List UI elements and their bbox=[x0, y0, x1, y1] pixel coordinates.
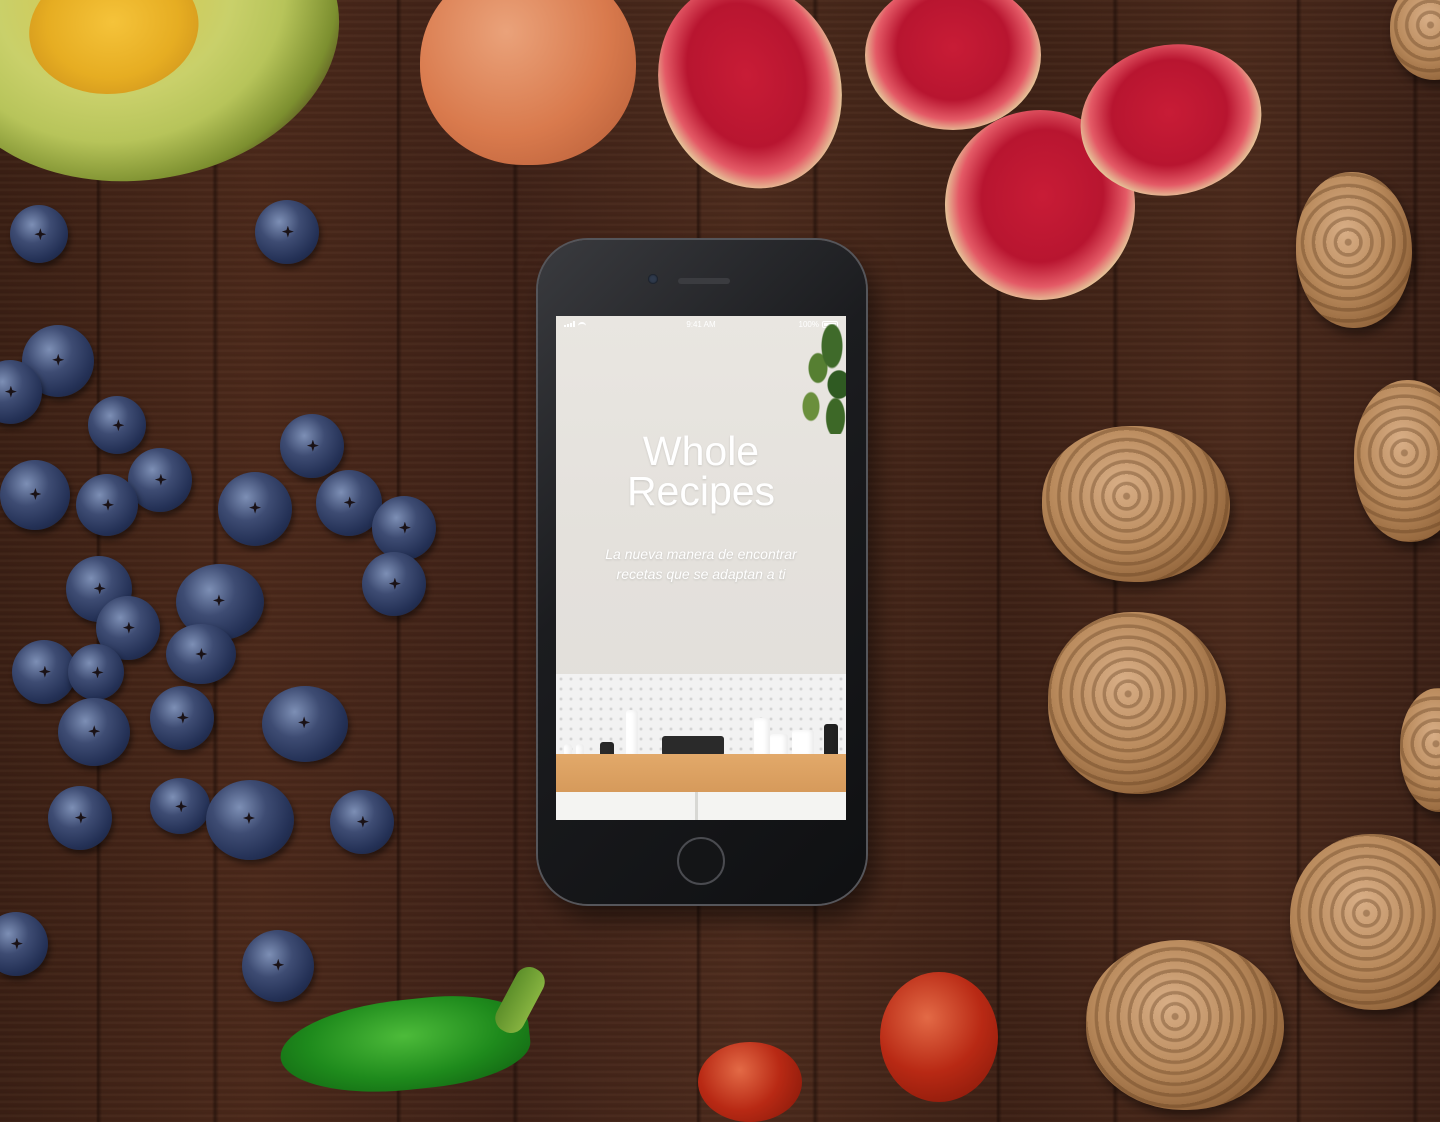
status-time: 9:41 AM bbox=[686, 319, 716, 329]
home-button[interactable] bbox=[677, 837, 725, 885]
kitchen-cabinet bbox=[556, 792, 846, 820]
avocado-pit bbox=[20, 0, 208, 105]
blueberry bbox=[255, 200, 319, 264]
app-splash-screen[interactable]: 9:41 AM 100% Whole Recipes La nueva mane… bbox=[556, 316, 846, 820]
blueberry bbox=[88, 396, 146, 454]
earpiece-speaker bbox=[678, 278, 730, 284]
blueberry bbox=[262, 686, 348, 762]
blueberry bbox=[48, 786, 112, 850]
blueberry bbox=[218, 472, 292, 546]
walnut bbox=[1296, 172, 1412, 328]
cherry-tomato bbox=[698, 1042, 802, 1122]
blueberry bbox=[76, 474, 138, 536]
blueberry bbox=[206, 780, 294, 860]
avocado-half bbox=[0, 0, 359, 207]
paper-towel-roll bbox=[626, 710, 638, 756]
kitchen-items bbox=[556, 696, 846, 756]
pepper-stem bbox=[490, 962, 550, 1038]
blueberry bbox=[330, 790, 394, 854]
tagline-line-2: recetas que se adaptan a ti bbox=[616, 566, 786, 582]
canister bbox=[770, 734, 788, 756]
app-tagline: La nueva manera de encontrar recetas que… bbox=[576, 544, 826, 584]
blueberry bbox=[0, 912, 48, 976]
blueberry bbox=[58, 698, 130, 766]
walnut bbox=[1086, 940, 1284, 1110]
canister bbox=[792, 730, 814, 756]
walnut bbox=[1042, 426, 1230, 582]
blueberry bbox=[166, 624, 236, 684]
status-left bbox=[564, 321, 624, 327]
blueberry bbox=[0, 460, 70, 530]
fig-half bbox=[865, 0, 1041, 130]
walnut bbox=[1048, 612, 1226, 794]
app-title: Whole Recipes bbox=[556, 428, 846, 514]
toaster bbox=[662, 736, 724, 756]
desk-scene: 9:41 AM 100% Whole Recipes La nueva mane… bbox=[0, 0, 1440, 1122]
walnut bbox=[1390, 0, 1440, 80]
walnut bbox=[1400, 688, 1440, 812]
fig-half bbox=[629, 0, 871, 215]
blueberry bbox=[10, 205, 68, 263]
blueberry bbox=[150, 778, 210, 834]
hanging-plant bbox=[790, 324, 846, 434]
jalapeno-pepper bbox=[275, 987, 535, 1103]
blueberry bbox=[280, 414, 344, 478]
walnut bbox=[1354, 380, 1440, 542]
blueberry bbox=[242, 930, 314, 1002]
blueberry bbox=[12, 640, 76, 704]
egg bbox=[420, 0, 636, 165]
smartphone: 9:41 AM 100% Whole Recipes La nueva mane… bbox=[538, 240, 866, 904]
wooden-countertop bbox=[556, 754, 846, 792]
blueberry bbox=[362, 552, 426, 616]
coffee-press bbox=[824, 724, 838, 756]
cherry-tomato bbox=[880, 972, 998, 1102]
cellular-signal-icon bbox=[564, 321, 575, 327]
app-title-line-1: Whole bbox=[642, 428, 760, 474]
app-title-line-2: Recipes bbox=[626, 468, 776, 514]
front-camera bbox=[648, 274, 658, 284]
tagline-line-1: La nueva manera de encontrar bbox=[605, 546, 797, 562]
canister-tall bbox=[754, 718, 770, 756]
walnut bbox=[1290, 834, 1440, 1010]
blueberry bbox=[372, 496, 436, 560]
blueberry bbox=[68, 644, 124, 700]
blueberry bbox=[150, 686, 214, 750]
wifi-icon bbox=[578, 321, 586, 327]
